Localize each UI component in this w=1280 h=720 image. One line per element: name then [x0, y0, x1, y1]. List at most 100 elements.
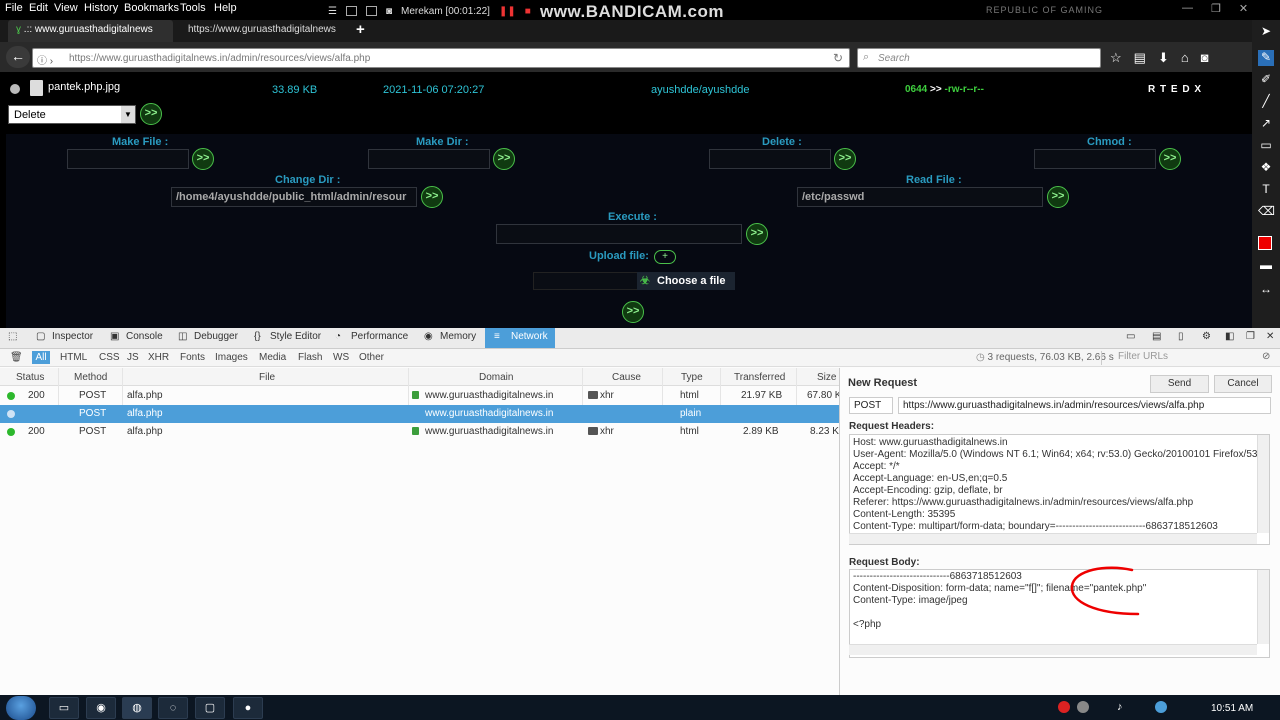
filter-html[interactable]: HTML — [60, 352, 87, 363]
choose-file-button[interactable]: ☣ Choose a file — [637, 272, 735, 290]
download-icon[interactable]: ⬇ — [1158, 50, 1169, 66]
reading-list-icon[interactable]: ▤ — [1134, 50, 1146, 66]
menu-edit[interactable]: Edit — [29, 2, 48, 14]
headers-hscroll[interactable] — [849, 533, 1257, 544]
file-actions[interactable]: R T E D X — [1148, 84, 1202, 95]
window-maximize-icon[interactable]: ❐ — [1211, 2, 1221, 15]
info-icon[interactable]: ⓘ › — [37, 52, 53, 67]
dock-icon[interactable]: ▭ — [1126, 331, 1135, 342]
clear-trash-icon[interactable]: 🗑 — [10, 352, 23, 363]
filter-js[interactable]: JS — [127, 352, 139, 363]
pick-element-icon[interactable]: ⬚ — [8, 331, 17, 342]
line-icon[interactable]: ╱ — [1258, 94, 1274, 110]
request-url-input[interactable]: https://www.guruasthadigitalnews.in/admi… — [898, 397, 1271, 414]
filter-fonts[interactable]: Fonts — [180, 352, 205, 363]
col-size[interactable]: Size — [817, 372, 836, 383]
read-file-input[interactable]: /etc/passwd — [797, 187, 1043, 207]
chrome-icon[interactable]: ◉ — [86, 697, 116, 719]
table-row[interactable]: 200 POST alfa.php www.guruasthadigitalne… — [0, 423, 842, 441]
network-tray-icon[interactable] — [1155, 701, 1167, 713]
col-status[interactable]: Status — [16, 372, 44, 383]
body-vscroll[interactable] — [1257, 570, 1269, 644]
file-radio[interactable] — [10, 84, 20, 94]
minimize-icon[interactable]: ☰ — [328, 6, 337, 17]
go-button[interactable]: >> — [140, 103, 162, 125]
filter-flash[interactable]: Flash — [298, 352, 322, 363]
filter-other[interactable]: Other — [359, 352, 384, 363]
filter-ws[interactable]: WS — [333, 352, 349, 363]
firefox-icon[interactable]: ◍ — [122, 697, 152, 719]
delete-input[interactable] — [709, 149, 831, 169]
cancel-button[interactable]: Cancel — [1214, 375, 1272, 393]
devtools-close-icon[interactable]: ✕ — [1266, 331, 1274, 342]
filter-images[interactable]: Images — [215, 352, 248, 363]
responsive-icon[interactable]: ▯ — [1178, 331, 1184, 342]
monitor-icon[interactable]: ▢ — [195, 697, 225, 719]
method-input[interactable]: POST — [849, 397, 893, 414]
action-select[interactable]: Delete ▼ — [8, 105, 136, 124]
col-transferred[interactable]: Transferred — [734, 372, 785, 383]
explorer-icon[interactable]: ▭ — [49, 697, 79, 719]
table-row-selected[interactable]: POST alfa.php www.guruasthadigitalnews.i… — [0, 405, 839, 423]
execute-input[interactable] — [496, 224, 742, 244]
camera-icon[interactable]: ◙ — [386, 6, 392, 17]
execute-go-button[interactable]: >> — [746, 223, 768, 245]
body-hscroll[interactable] — [849, 644, 1257, 655]
pause-icon[interactable]: ❚❚ — [499, 6, 516, 17]
tab-style-editor[interactable]: Style Editor — [270, 331, 321, 342]
file-permissions[interactable]: 0644 >> -rw-r--r-- — [905, 84, 984, 95]
cursor-icon[interactable]: ➤ — [1258, 24, 1274, 40]
col-type[interactable]: Type — [681, 372, 703, 383]
rectangle-icon[interactable]: ▭ — [1258, 138, 1274, 154]
search-input[interactable]: ⌕ Search — [857, 48, 1101, 68]
filter-css[interactable]: CSS — [99, 352, 120, 363]
settings-gear-icon[interactable]: ⚙ — [1202, 331, 1211, 342]
tray-icon[interactable] — [1077, 701, 1089, 713]
filter-media[interactable]: Media — [259, 352, 286, 363]
send-button[interactable]: Send — [1150, 375, 1209, 393]
stop-icon[interactable]: ■ — [525, 6, 531, 17]
reload-icon[interactable]: ↻ — [833, 51, 843, 65]
text-icon[interactable]: T — [1258, 182, 1274, 198]
col-file[interactable]: File — [259, 372, 275, 383]
delete-go-button[interactable]: >> — [834, 148, 856, 170]
eraser-icon[interactable]: ⌫ — [1258, 204, 1275, 220]
pen-icon[interactable]: ✎ — [1258, 50, 1274, 66]
make-dir-go-button[interactable]: >> — [493, 148, 515, 170]
url-bar[interactable]: ⓘ › https://www.guruasthadigitalnews.in/… — [32, 48, 850, 68]
split-console-icon[interactable]: ▤ — [1152, 331, 1161, 342]
request-headers-textarea[interactable]: Host: www.guruasthadigitalnews.in User-A… — [849, 434, 1270, 545]
col-method[interactable]: Method — [74, 372, 107, 383]
tab-network[interactable]: ≡ Network — [485, 328, 555, 348]
menu-view[interactable]: View — [54, 2, 78, 14]
shapes-icon[interactable]: ❖ — [1258, 160, 1274, 176]
window-close-icon[interactable]: ✕ — [1239, 2, 1248, 15]
pocket-icon[interactable]: ◙ — [1201, 50, 1209, 66]
tab-debugger[interactable]: Debugger — [194, 331, 238, 342]
highlighter-icon[interactable]: ✐ — [1258, 72, 1274, 88]
tab-memory[interactable]: Memory — [440, 331, 476, 342]
make-dir-input[interactable] — [368, 149, 490, 169]
tab-console[interactable]: Console — [126, 331, 163, 342]
filter-all[interactable]: All — [32, 351, 50, 364]
read-file-go-button[interactable]: >> — [1047, 186, 1069, 208]
collapse-icon[interactable]: ↔ — [1258, 282, 1274, 298]
menu-history[interactable]: History — [84, 2, 118, 14]
upload-go-button[interactable]: >> — [622, 301, 644, 323]
undock-icon[interactable]: ❐ — [1246, 331, 1255, 342]
start-button[interactable] — [6, 696, 36, 720]
bandicam-icon[interactable]: ● — [233, 697, 263, 719]
arrow-icon[interactable]: ↗ — [1258, 116, 1274, 132]
headers-vscroll[interactable] — [1257, 435, 1269, 533]
col-cause[interactable]: Cause — [612, 372, 641, 383]
file-name[interactable]: pantek.php.jpg — [48, 81, 120, 93]
app-icon[interactable]: ◌ — [158, 697, 188, 719]
home-icon[interactable]: ⌂ — [1181, 50, 1189, 66]
color-swatch[interactable] — [1258, 236, 1272, 250]
bookmark-star-icon[interactable]: ☆ — [1110, 50, 1122, 66]
menu-tools[interactable]: Tools — [180, 2, 206, 14]
record-tray-icon[interactable] — [1058, 701, 1070, 713]
tab-inspector[interactable]: Inspector — [52, 331, 93, 342]
back-button[interactable]: ← — [6, 46, 30, 68]
menu-file[interactable]: File — [5, 2, 23, 14]
